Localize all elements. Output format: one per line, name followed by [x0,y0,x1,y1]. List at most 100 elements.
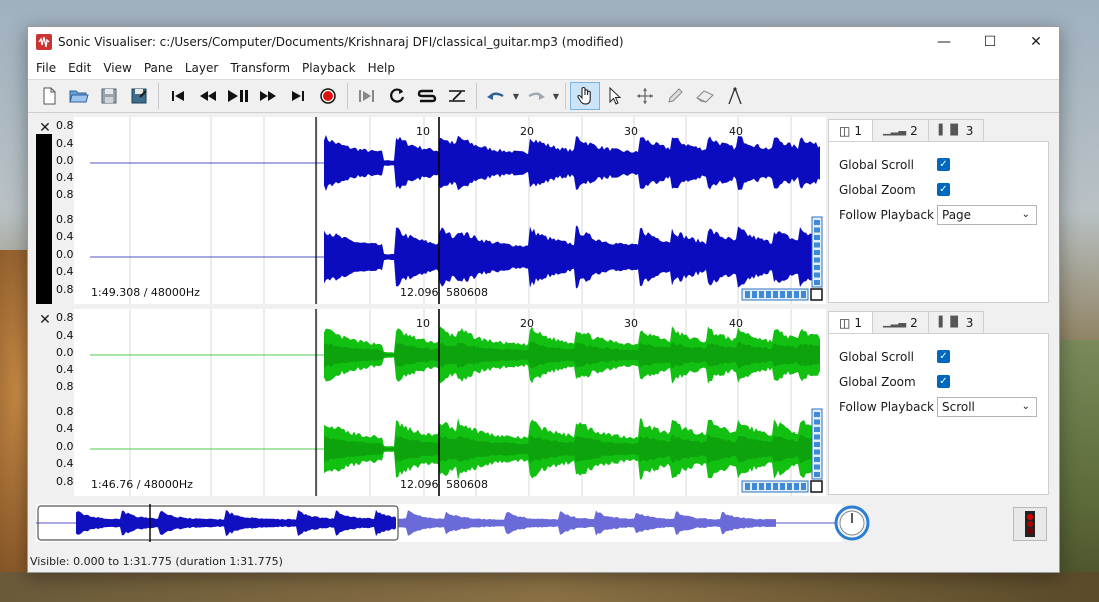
menu-help[interactable]: Help [362,57,401,79]
pane-area: ✕ 0.8 0.4 0.0 0.4 0.8 0.8 0.4 0.0 0.4 0.8 10 20 30 40… [28,115,1059,502]
app-window: Sonic Visualiser: c:/Users/Computer/Docu… [27,26,1060,573]
play-selection-icon [359,90,374,102]
wheel-notch [814,280,820,285]
wheel-notch [752,291,757,298]
new-session-button[interactable] [34,82,64,110]
play-selection-button[interactable] [352,82,382,110]
layer-tab-1[interactable]: ◫ 1 [828,311,873,333]
overview-strip[interactable] [36,504,842,542]
global-zoom-checkbox[interactable]: ✓ [937,183,950,196]
level-meter-icon [1025,511,1035,537]
select-tool-button[interactable] [600,82,630,110]
align-button[interactable] [442,82,472,110]
y-tick-label: 0.4 [56,230,74,243]
wheel-notch [814,220,820,225]
follow-playback-select[interactable]: Page ⌄ [937,204,1037,225]
eraser-icon [696,90,714,103]
loop-button[interactable] [382,82,412,110]
y-tick-label: 0.4 [56,265,74,278]
chevron-down-icon: ⌄ [1021,401,1030,412]
follow-playback-select[interactable]: Scroll ⌄ [937,396,1037,417]
fast-forward-button[interactable] [253,82,283,110]
wheel-notch [814,250,820,255]
wheel-notch [814,257,820,263]
toolbar-separator [158,83,159,109]
layer-tab-1[interactable]: ◫ 1 [828,119,873,141]
wheel-notch [794,483,799,490]
align-icon [449,90,465,102]
global-scroll-checkbox[interactable]: ✓ [937,350,950,363]
compass-icon [728,87,742,105]
erase-tool-button[interactable] [690,82,720,110]
play-pause-button[interactable] [223,82,253,110]
undo-button[interactable] [481,82,511,110]
layer-tab-3[interactable]: ▌▐▌ 3 [927,119,985,141]
wheel-notch [787,483,792,490]
global-zoom-checkbox[interactable]: ✓ [937,375,950,388]
undo-icon [487,92,504,100]
menu-pane[interactable]: Pane [138,57,179,79]
wheel-notch [814,472,820,477]
waveform-canvas-2[interactable]: 0.80.40.00.40.80.80.40.00.40.810 20 30 401:… [36,309,826,496]
wheel-notch [745,291,750,298]
menu-view[interactable]: View [97,57,137,79]
undo-dropdown-icon[interactable]: ▼ [511,82,521,110]
playback-speed-dial[interactable] [832,503,872,543]
redo-dropdown-icon[interactable]: ▼ [551,82,561,110]
y-tick-label: 0.0 [56,248,74,261]
toolbar: ▼ ▼ [28,79,1059,113]
skip-end-button[interactable] [283,82,313,110]
wheel-notch [801,483,806,490]
layer-tab-2[interactable]: ▁▂▃ 2 [871,119,929,141]
menu-playback[interactable]: Playback [296,57,362,79]
solo-button[interactable] [412,82,442,110]
skip-start-icon [172,91,184,101]
pane-layer-icon: ◫ [839,315,851,330]
wheel-notch [814,265,820,270]
zoom-reset-box [810,288,823,301]
minimize-button[interactable]: — [921,27,967,57]
menu-edit[interactable]: Edit [62,57,97,79]
toolbar-separator [565,83,566,109]
open-button[interactable] [64,82,94,110]
maximize-button[interactable]: ☐ [967,27,1013,57]
layer-tab-3[interactable]: ▌▐▌ 3 [927,311,985,333]
wheel-notch [814,242,820,248]
y-tick-label: 0.8 [56,119,74,132]
time-tick-label: 30 [624,317,638,330]
rewind-icon [200,91,216,101]
follow-playback-label: Follow Playback [839,399,934,414]
waveform-icon: ▌▐▌ [938,125,962,136]
rewind-button[interactable] [193,82,223,110]
folder-icon [69,90,89,103]
save-button[interactable] [94,82,124,110]
global-zoom-label: Global Zoom [839,182,916,197]
measure-tool-button[interactable] [720,82,750,110]
y-tick-label: 0.0 [56,154,74,167]
redo-button[interactable] [521,82,551,110]
toolbar-separator [347,83,348,109]
menu-transform[interactable]: Transform [224,57,296,79]
close-window-button[interactable]: ✕ [1013,27,1059,57]
move-tool-button[interactable] [630,82,660,110]
global-scroll-checkbox[interactable]: ✓ [937,158,950,171]
toolbar-separator [476,83,477,109]
menu-file[interactable]: File [30,57,62,79]
time-tick-label: 10 [416,125,430,138]
play-pause-icon [228,90,248,102]
position-label: 1:49.308 / 48000Hz [91,286,200,299]
layer-tab-2[interactable]: ▁▂▃ 2 [871,311,929,333]
draw-tool-button[interactable] [660,82,690,110]
navigate-tool-button[interactable] [570,82,600,110]
waveform-canvas-1[interactable]: 0.8 0.4 0.0 0.4 0.8 0.8 0.4 0.0 0.4 0.8 10 20 30 40 1:… [36,117,826,304]
level-meter-button[interactable] [1013,507,1047,541]
rewind-start-button[interactable] [163,82,193,110]
pane-layer-icon: ◫ [839,123,851,138]
wheel-notch [745,483,750,490]
menu-layer[interactable]: Layer [179,57,224,79]
save-as-button[interactable] [124,82,154,110]
record-button[interactable] [313,82,343,110]
loop-icon [390,88,405,103]
move-arrows-icon [637,88,653,104]
global-zoom-label: Global Zoom [839,374,916,389]
